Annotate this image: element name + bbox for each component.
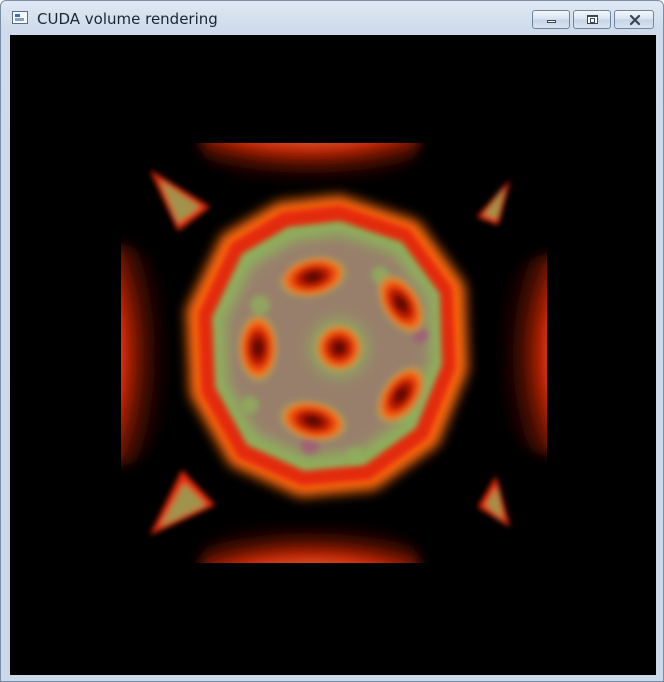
minimize-button[interactable] [532, 10, 570, 29]
window-title: CUDA volume rendering [37, 10, 218, 28]
app-window-icon[interactable] [12, 11, 28, 24]
render-viewport[interactable] [10, 35, 656, 675]
volume-render [121, 143, 547, 563]
right-edge-lobe [492, 255, 547, 455]
bottom-edge-lobe [200, 518, 420, 563]
maximize-icon [587, 15, 598, 24]
top-edge-lobe [200, 143, 420, 188]
close-button[interactable] [614, 10, 654, 29]
app-window: CUDA volume rendering [0, 0, 664, 682]
maximize-button[interactable] [573, 10, 611, 29]
close-icon [629, 14, 641, 26]
title-bar[interactable]: CUDA volume rendering [1, 1, 663, 35]
minimize-icon [547, 20, 556, 23]
left-edge-lobe [121, 245, 176, 465]
